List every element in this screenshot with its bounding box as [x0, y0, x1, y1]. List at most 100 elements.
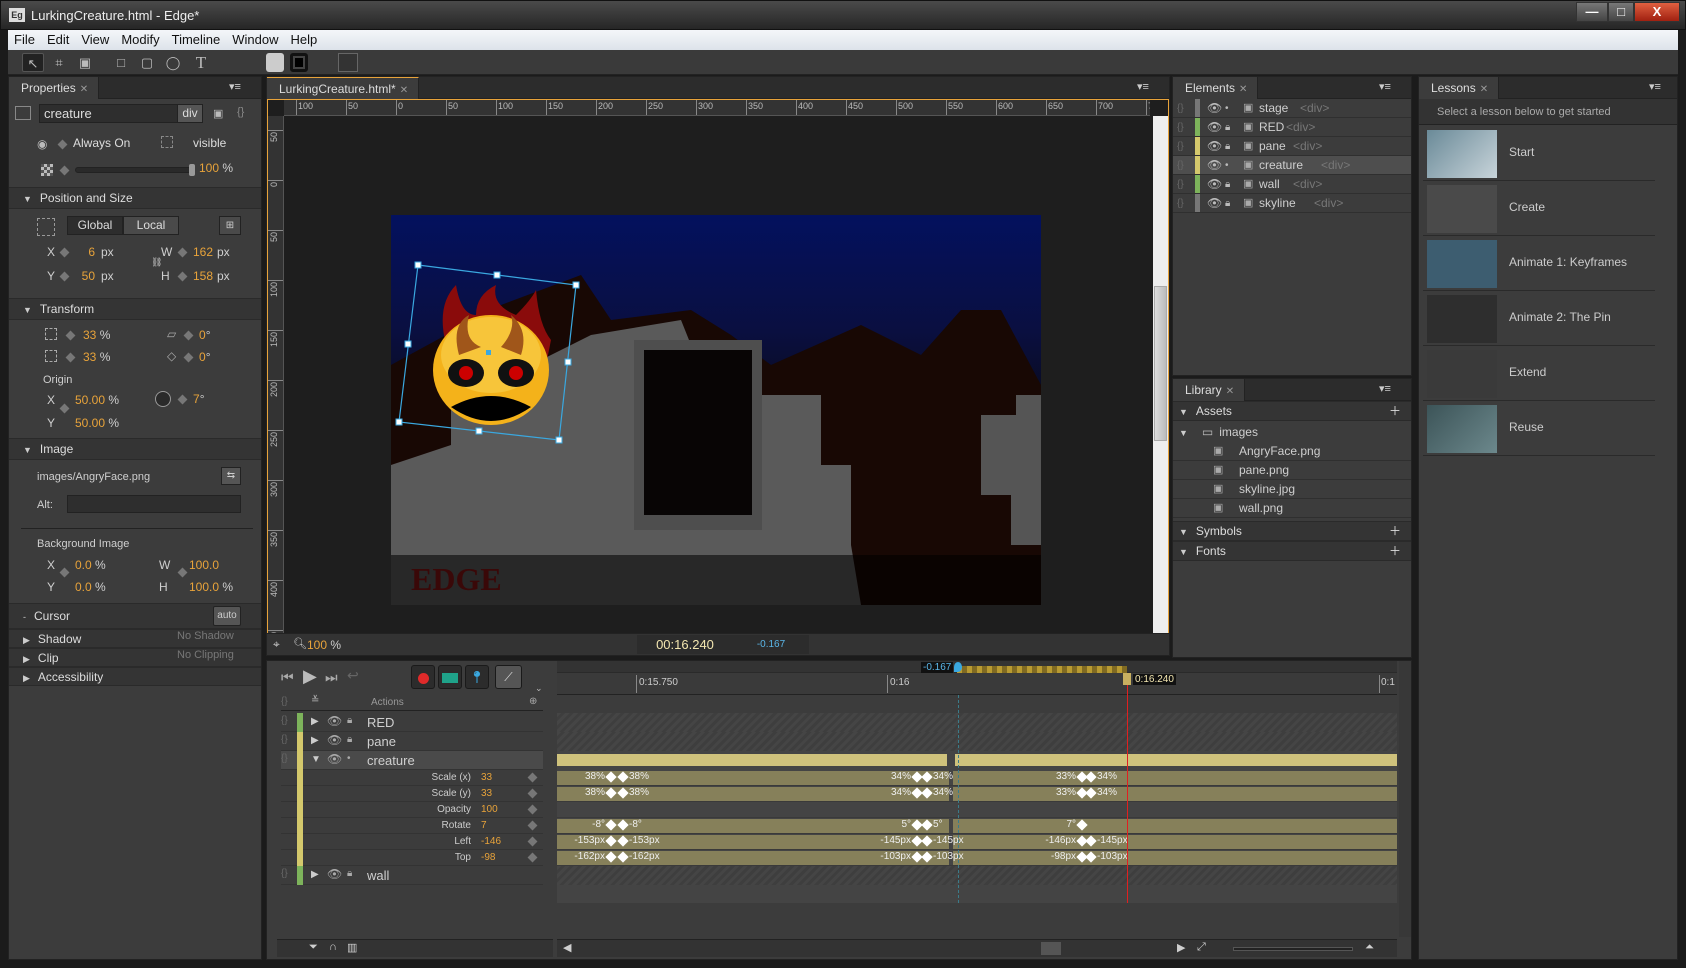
property-track[interactable] [557, 802, 1397, 818]
eye-icon[interactable]: 👁︎ [327, 752, 342, 766]
keyframe-diamond-icon[interactable] [59, 165, 70, 176]
eye-icon[interactable]: 👁︎ [1207, 99, 1222, 118]
opacity-slider[interactable] [75, 164, 195, 176]
timeline-scrollbar[interactable]: ◀ ▶ ⤢ ⏶ [557, 939, 1397, 957]
lock-icon[interactable]: 🔒︎ [1225, 137, 1230, 156]
y-value[interactable]: 50 [77, 269, 95, 283]
lock-icon[interactable]: 🔒︎ [347, 715, 352, 726]
code-braces-icon[interactable]: {} [1177, 175, 1184, 194]
eye-icon[interactable]: 👁︎ [327, 714, 342, 728]
origin-y-value[interactable]: 50.00 [75, 416, 105, 430]
selection-tool-icon[interactable]: ↖ [22, 53, 44, 72]
h-value[interactable]: 158 [193, 269, 213, 283]
keyframe-diamond-icon[interactable] [59, 403, 70, 414]
accessibility-header[interactable]: ▶ Accessibility [9, 667, 261, 686]
scale-x-value[interactable]: 33 [83, 328, 96, 342]
library-file[interactable]: ▣ skyline.jpg [1173, 480, 1411, 499]
scroll-right-icon[interactable]: ▶ [1177, 941, 1185, 954]
crosshair-icon[interactable]: ⌖ [273, 637, 280, 652]
tab-elements[interactable]: Elements ✕ [1173, 77, 1259, 99]
element-row[interactable]: {} 👁︎ 🔒︎ ▣ RED <div> [1173, 118, 1411, 137]
zoom-mountain-icon[interactable]: ⏶ [1365, 941, 1374, 954]
timeline-scroll-thumb[interactable] [1041, 942, 1061, 955]
cursor-select[interactable]: auto [213, 606, 241, 626]
property-track[interactable]: -153px -153px -145px -145px -146px -145px [557, 834, 1397, 850]
eye-icon[interactable]: 👁︎ [1207, 118, 1222, 137]
visibility-select[interactable]: visible [193, 136, 226, 150]
menu-edit[interactable]: Edit [41, 30, 75, 50]
code-braces-icon[interactable]: {} [281, 734, 288, 745]
unlocked-dot-icon[interactable]: • [347, 753, 351, 764]
undo-icon[interactable]: ↩ [347, 667, 359, 684]
keyframe-diamond-icon[interactable] [59, 567, 70, 578]
element-row[interactable]: {} 👁︎ • ▣ creature <div> [1173, 156, 1411, 175]
maximize-button[interactable]: □ [1608, 2, 1634, 22]
keyframe-diamond-icon[interactable] [65, 352, 76, 363]
close-button[interactable]: X [1634, 2, 1680, 22]
position-mode-icon[interactable]: ⊞ [219, 216, 241, 235]
timeline-layer-red[interactable]: {} ▶ 👁︎ 🔒︎ RED [281, 713, 543, 732]
x-value[interactable]: 6 [77, 245, 95, 259]
add-symbol-icon[interactable]: ＋ [1389, 522, 1401, 540]
add-action-icon[interactable]: ⊕ [529, 696, 537, 707]
filter-icon[interactable]: ⏷ [309, 941, 318, 954]
layer-bar[interactable] [557, 754, 947, 766]
timeline-layer-pane[interactable]: {} ▶ 👁︎ 🔒︎ pane [281, 732, 543, 751]
lesson-item[interactable]: Animate 1: Keyframes [1423, 237, 1655, 291]
lock-icon[interactable]: 🔒︎ [347, 734, 352, 745]
time-ruler[interactable]: 0:15.750 0:16 0:1 -0.167 0:16.240 [557, 661, 1397, 695]
layer-track[interactable] [557, 751, 1397, 770]
menu-modify[interactable]: Modify [115, 30, 165, 50]
code-braces-icon[interactable]: {} [1177, 156, 1184, 175]
tab-lessons[interactable]: Lessons ✕ [1419, 77, 1500, 99]
code-braces-icon[interactable]: {} [281, 868, 288, 879]
timeline-layer-creature[interactable]: {} ▼ 👁︎ • creature [281, 751, 543, 770]
property-track[interactable]: -8° -8° 5° 5° 7° [557, 818, 1397, 834]
transform-origin-grid-icon[interactable] [37, 218, 55, 236]
panel-menu-icon[interactable]: ▾≡ [1379, 382, 1391, 395]
menu-file[interactable]: File [8, 30, 41, 50]
keyframe-diamond-icon[interactable] [59, 247, 70, 258]
eye-icon[interactable]: 👁︎ [1207, 137, 1222, 156]
add-asset-icon[interactable]: ＋ [1389, 402, 1401, 420]
stage-canvas[interactable]: EDGE [391, 215, 1041, 605]
eye-icon[interactable]: 👁︎ [1207, 175, 1222, 194]
timeline-layer-wall[interactable]: {} ▶ 👁︎ 🔒︎ wall [281, 866, 543, 885]
eye-icon[interactable]: 👁︎ [1207, 194, 1222, 213]
panel-menu-icon[interactable]: ▾≡ [1379, 80, 1391, 93]
display-select[interactable]: Always On [73, 136, 130, 150]
expand-triangle-icon[interactable]: ▶ [311, 716, 319, 727]
alt-input[interactable] [67, 495, 241, 513]
add-keyframe-diamond-icon[interactable] [527, 852, 538, 863]
minimize-button[interactable]: — [1576, 2, 1608, 22]
stage-size-icon[interactable] [338, 53, 358, 72]
add-keyframe-diamond-icon[interactable] [527, 820, 538, 831]
element-row[interactable]: {} 👁︎ 🔒︎ ▣ pane <div> [1173, 137, 1411, 156]
add-font-icon[interactable]: ＋ [1389, 542, 1401, 560]
property-value[interactable]: -98 [481, 852, 495, 863]
layer-track[interactable] [557, 713, 1397, 732]
assets-header[interactable]: ▼ Assets ＋ [1173, 401, 1411, 421]
transition-bar[interactable] [557, 819, 949, 833]
local-button[interactable]: Local [123, 216, 179, 235]
library-file[interactable]: ▣ AngryFace.png [1173, 442, 1411, 461]
rotate-dial-icon[interactable] [155, 391, 171, 407]
tab-properties[interactable]: Properties ✕ [9, 77, 100, 99]
collapse-icon[interactable]: ⌄ [535, 683, 543, 694]
rectangle-tool-icon[interactable]: □ [110, 53, 132, 72]
origin-x-value[interactable]: 50.00 [75, 393, 105, 407]
scroll-left-icon[interactable]: ◀ [563, 941, 571, 954]
grid-icon[interactable]: ▥ [347, 941, 357, 954]
lesson-item[interactable]: Reuse [1423, 402, 1655, 456]
transform-header[interactable]: ▼ Transform [9, 298, 261, 320]
menu-timeline[interactable]: Timeline [166, 30, 227, 50]
close-icon[interactable]: ✕ [80, 84, 88, 95]
keyframe-diamond-icon[interactable] [177, 567, 188, 578]
skew-x-value[interactable]: 0 [199, 328, 206, 342]
tab-document[interactable]: LurkingCreature.html* ✕ [267, 77, 420, 99]
lesson-item[interactable]: Animate 2: The Pin [1423, 292, 1655, 346]
layer-bar[interactable] [955, 754, 1397, 766]
add-keyframe-diamond-icon[interactable] [527, 788, 538, 799]
pin-button[interactable]: 📍︎ [465, 665, 489, 689]
images-folder[interactable]: ▼ ▭ images [1179, 423, 1258, 442]
